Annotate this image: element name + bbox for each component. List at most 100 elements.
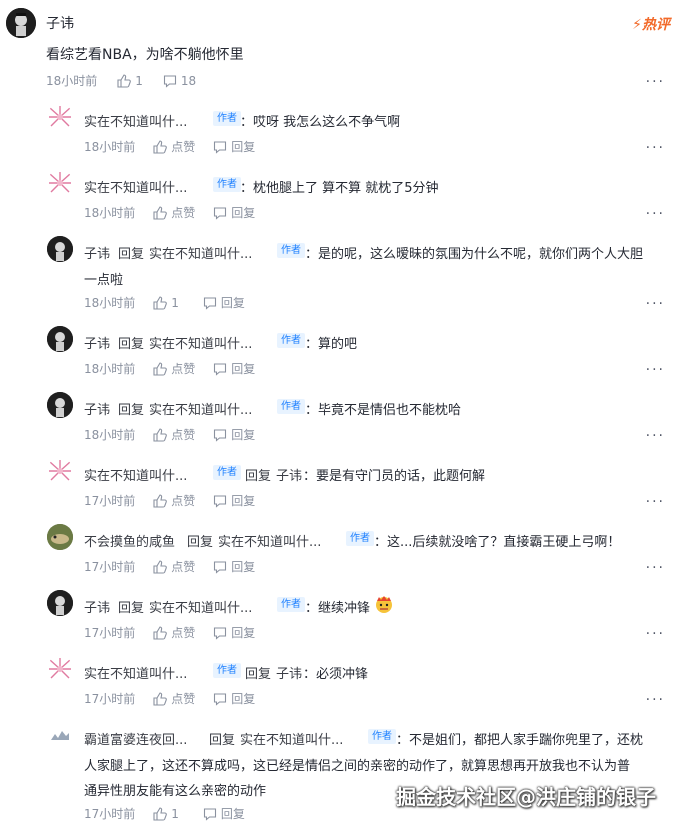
thumb-up-icon[interactable] [153,205,168,220]
avatar[interactable] [47,590,73,616]
more-icon[interactable]: ··· [646,75,665,89]
comment-icon[interactable] [213,692,227,706]
more-icon[interactable]: ··· [646,363,665,377]
reply-button[interactable]: 回复 [231,426,255,443]
reply-time: 18小时前 [84,428,136,442]
like-button[interactable]: 点赞 [171,558,195,575]
thumb-up-icon[interactable] [153,625,168,640]
thumb-up-icon[interactable] [117,73,132,88]
thumb-up-icon[interactable] [153,139,168,154]
reply-text-cont: 一点啦 [84,273,124,288]
like-button[interactable]: 点赞 [171,624,195,641]
reply-text: ：哎呀 我怎么这么不争气啊 [240,115,401,130]
more-icon[interactable]: ··· [646,627,665,641]
reply-author[interactable]: 子讳 [84,333,110,352]
like-button[interactable]: 点赞 [171,204,195,221]
more-icon[interactable]: ··· [646,561,665,575]
reply-target[interactable]: 实在不知道叫什... [149,399,252,418]
comment-icon[interactable] [213,206,227,220]
avatar[interactable] [47,524,73,550]
reply-target[interactable]: 子讳 [276,465,302,484]
reply-author[interactable]: 实在不知道叫什... [84,465,187,484]
like-button[interactable]: 1 [171,296,179,310]
thumb-up-icon[interactable] [153,559,168,574]
avatar[interactable] [47,392,73,418]
comment-icon[interactable] [163,74,177,88]
thumb-up-icon[interactable] [153,806,168,821]
reply-author[interactable]: 实在不知道叫什... [84,177,187,196]
reply-button[interactable]: 回复 [231,558,255,575]
avatar[interactable] [47,236,73,262]
reply-target[interactable]: 实在不知道叫什... [149,243,252,262]
comment-icon[interactable] [213,140,227,154]
comment-icon[interactable] [213,626,227,640]
reply-time: 18小时前 [84,206,136,220]
reply-button[interactable]: 回复 [231,360,255,377]
more-icon[interactable]: ··· [646,429,665,443]
like-button[interactable]: 点赞 [171,492,195,509]
avatar[interactable] [47,458,73,484]
avatar[interactable] [47,170,73,196]
reply-target[interactable]: 实在不知道叫什... [218,531,321,550]
comment-icon[interactable] [203,807,217,821]
reply-to-label: 回复 [118,337,145,352]
reply-author[interactable]: 霸道富婆连夜回... [84,729,187,748]
reply-author[interactable]: 子讳 [84,597,110,616]
reply-meta: 17小时前 点赞 回复 [84,690,255,707]
author-tag: 作者 [213,177,241,192]
reply-to-label: 回复 [118,403,145,418]
avatar[interactable] [6,8,36,38]
thumb-up-icon[interactable] [153,361,168,376]
watermark: 掘金技术社区@洪庄铺的银子 [396,785,656,809]
like-button[interactable]: 点赞 [171,690,195,707]
comment-icon[interactable] [213,494,227,508]
reply-time: 18小时前 [84,296,136,310]
more-icon[interactable]: ··· [646,693,665,707]
reply-time: 18小时前 [84,140,136,154]
comment-icon[interactable] [213,560,227,574]
comment-count: 18 [180,73,197,88]
avatar[interactable] [47,104,73,130]
reply-author[interactable]: 实在不知道叫什... [84,663,187,682]
reply-button[interactable]: 回复 [231,624,255,641]
avatar[interactable] [49,726,71,748]
reply-author[interactable]: 子讳 [84,399,110,418]
reply-author[interactable]: 不会摸鱼的咸鱼 [84,531,175,550]
like-button[interactable]: 点赞 [171,426,195,443]
like-button[interactable]: 点赞 [171,360,195,377]
reply-meta: 17小时前 1 回复 [84,805,245,822]
reply-button[interactable]: 回复 [231,690,255,707]
comment-icon[interactable] [213,428,227,442]
comment-text: 看综艺看NBA，为啥不躺他怀里 [46,47,244,63]
thumb-up-icon[interactable] [153,427,168,442]
more-icon[interactable]: ··· [646,207,665,221]
reply-time: 18小时前 [84,362,136,376]
reply-button[interactable]: 回复 [231,204,255,221]
reply-to-label: 回复 [187,535,214,550]
thumb-up-icon[interactable] [153,691,168,706]
reply-text: ：必须冲锋 [303,667,369,682]
reply-button[interactable]: 回复 [221,805,245,822]
reply-target[interactable]: 实在不知道叫什... [149,597,252,616]
reply-target[interactable]: 实在不知道叫什... [240,729,343,748]
emoji-icon [376,596,392,613]
thumb-up-icon[interactable] [153,493,168,508]
like-button[interactable]: 点赞 [171,138,195,155]
more-icon[interactable]: ··· [646,141,665,155]
more-icon[interactable]: ··· [646,297,665,311]
reply-target[interactable]: 实在不知道叫什... [149,333,252,352]
reply-button[interactable]: 回复 [231,138,255,155]
reply-author[interactable]: 实在不知道叫什... [84,111,187,130]
more-icon[interactable]: ··· [646,495,665,509]
comment-author[interactable]: 子讳 [46,13,74,33]
comment-icon[interactable] [203,296,217,310]
comment-icon[interactable] [213,362,227,376]
thumb-up-icon[interactable] [153,295,168,310]
reply-author[interactable]: 子讳 [84,243,110,262]
like-button[interactable]: 1 [171,807,179,821]
reply-button[interactable]: 回复 [221,294,245,311]
reply-button[interactable]: 回复 [231,492,255,509]
avatar[interactable] [47,656,73,682]
reply-target[interactable]: 子讳 [276,663,302,682]
avatar[interactable] [47,326,73,352]
